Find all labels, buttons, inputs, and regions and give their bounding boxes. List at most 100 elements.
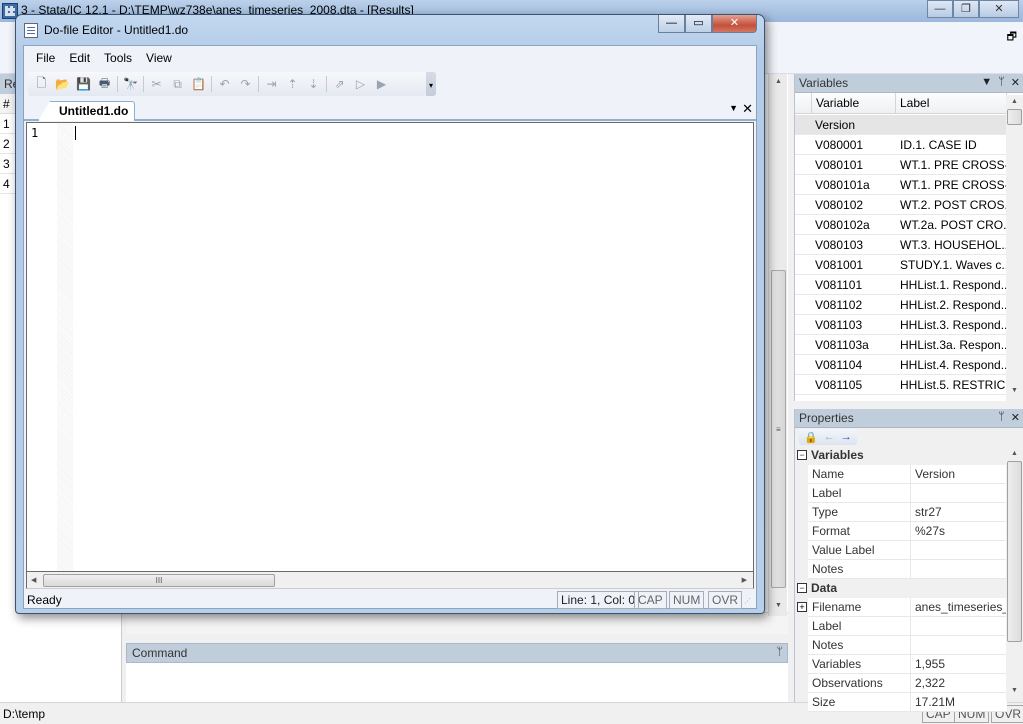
code-editor[interactable]: 1: [26, 122, 754, 572]
open-file-icon[interactable]: 📂: [52, 74, 73, 94]
execute-show-icon[interactable]: ⇗: [329, 74, 350, 94]
variable-row[interactable]: V080103 WT.3. HOUSEHOL...: [795, 235, 1007, 255]
property-row[interactable]: + Filename anes_timeseries_2: [795, 598, 1023, 617]
property-value[interactable]: [911, 541, 1007, 560]
collapse-icon[interactable]: −: [797, 583, 807, 593]
execute-quiet-icon[interactable]: ▷: [350, 74, 371, 94]
variable-row[interactable]: Version: [795, 115, 1007, 135]
menu-edit[interactable]: Edit: [62, 51, 97, 72]
property-row[interactable]: Label: [795, 484, 1023, 503]
print-icon[interactable]: 🖶: [94, 74, 115, 94]
new-file-icon[interactable]: 🗋: [31, 74, 52, 94]
property-value[interactable]: Version: [911, 465, 1007, 484]
main-restore-button[interactable]: ❐: [953, 0, 979, 18]
scroll-down-icon[interactable]: ▼: [1011, 387, 1018, 394]
variable-row[interactable]: V081101 HHList.1. Respond...: [795, 275, 1007, 295]
pin-icon[interactable]: ᛘ: [998, 76, 1005, 89]
variables-scrollbar[interactable]: ▲ ▼: [1006, 95, 1023, 401]
property-value[interactable]: %27s: [911, 522, 1007, 541]
scroll-down-icon[interactable]: ▼: [1011, 687, 1018, 694]
variable-row[interactable]: V080102 WT.2. POST CROS...: [795, 195, 1007, 215]
scroll-up-icon[interactable]: ▲: [775, 78, 782, 85]
editor-hscroll-thumb[interactable]: III: [43, 574, 275, 587]
toolbar-overflow-icon[interactable]: ▾: [426, 72, 436, 96]
variable-row[interactable]: V080102a WT.2a. POST CRO...: [795, 215, 1007, 235]
shift-up-icon[interactable]: ⇡: [282, 74, 303, 94]
redo-icon[interactable]: ↷: [235, 74, 256, 94]
collapse-icon[interactable]: −: [797, 450, 807, 460]
undo-icon[interactable]: ↶: [214, 74, 235, 94]
property-row[interactable]: Name Version: [795, 465, 1023, 484]
property-value[interactable]: str27: [911, 503, 1007, 522]
execute-do-icon[interactable]: ▶: [371, 74, 392, 94]
column-label[interactable]: Label: [896, 93, 1007, 113]
tab-untitled1[interactable]: Untitled1.do: [38, 101, 136, 121]
property-value[interactable]: 1,955: [911, 655, 1007, 674]
cut-icon[interactable]: ✂: [146, 74, 167, 94]
property-row[interactable]: Notes: [795, 636, 1023, 655]
results-scrollbar[interactable]: ▲ ≡ ▼: [768, 74, 787, 616]
scroll-left-icon[interactable]: ◀: [31, 576, 36, 584]
resize-grip-icon[interactable]: ⋰: [744, 597, 751, 605]
variable-row[interactable]: V081105 HHList.5. RESTRIC...: [795, 375, 1007, 395]
properties-scroll-thumb[interactable]: [1007, 461, 1022, 642]
column-variable[interactable]: Variable: [812, 93, 896, 113]
property-row[interactable]: Type str27: [795, 503, 1023, 522]
pin-icon[interactable]: ᛘ: [998, 411, 1005, 424]
filter-icon[interactable]: ▼: [981, 76, 992, 89]
main-minimize-button[interactable]: —: [927, 0, 953, 18]
property-value[interactable]: [911, 617, 1007, 636]
property-row[interactable]: Size 17.21M: [795, 693, 1023, 712]
fold-margin[interactable]: [57, 123, 73, 571]
property-value[interactable]: [911, 484, 1007, 503]
menu-file[interactable]: File: [29, 51, 62, 72]
main-close-button[interactable]: ✕: [979, 0, 1019, 18]
variable-row[interactable]: V081104 HHList.4. Respond...: [795, 355, 1007, 375]
back-icon[interactable]: ←: [824, 431, 835, 443]
pin-icon[interactable]: ᛘ: [776, 646, 783, 658]
shift-down-icon[interactable]: ⇣: [303, 74, 324, 94]
shift-right-icon[interactable]: ⇥: [261, 74, 282, 94]
scroll-up-icon[interactable]: ▲: [1011, 450, 1018, 457]
properties-scrollbar[interactable]: ▲ ▼: [1006, 447, 1023, 702]
lock-icon[interactable]: 🔒: [804, 431, 818, 444]
menu-view[interactable]: View: [139, 51, 179, 72]
command-input[interactable]: [126, 663, 788, 701]
property-row[interactable]: Variables 1,955: [795, 655, 1023, 674]
results-scroll-thumb[interactable]: ≡: [771, 270, 786, 588]
variable-row[interactable]: V081102 HHList.2. Respond...: [795, 295, 1007, 315]
property-row[interactable]: Label: [795, 617, 1023, 636]
editor-horizontal-scrollbar[interactable]: ◀ III ▶: [26, 572, 754, 589]
menu-tools[interactable]: Tools: [97, 51, 139, 72]
close-icon[interactable]: ✕: [1011, 411, 1020, 424]
forward-icon[interactable]: →: [841, 431, 852, 443]
property-row[interactable]: Format %27s: [795, 522, 1023, 541]
variable-row[interactable]: V081103 HHList.3. Respond...: [795, 315, 1007, 335]
scroll-down-icon[interactable]: ▼: [775, 602, 782, 609]
paste-icon[interactable]: 📋: [188, 74, 209, 94]
property-row[interactable]: Notes: [795, 560, 1023, 579]
property-row[interactable]: Observations 2,322: [795, 674, 1023, 693]
dofile-close-button[interactable]: ✕: [712, 15, 757, 33]
variable-row[interactable]: V081001 STUDY.1. Waves c...: [795, 255, 1007, 275]
property-row[interactable]: Value Label: [795, 541, 1023, 560]
scroll-right-icon[interactable]: ▶: [742, 576, 747, 584]
property-value[interactable]: [911, 636, 1007, 655]
variable-row[interactable]: V080101 WT.1. PRE CROSS-...: [795, 155, 1007, 175]
variable-row[interactable]: V081103a HHList.3a. Respon...: [795, 335, 1007, 355]
close-icon[interactable]: ✕: [1011, 76, 1020, 89]
variable-row[interactable]: V080001 ID.1. CASE ID: [795, 135, 1007, 155]
property-value[interactable]: 2,322: [911, 674, 1007, 693]
copy-icon[interactable]: ⧉: [167, 74, 188, 94]
scroll-up-icon[interactable]: ▲: [1011, 98, 1018, 105]
expand-icon[interactable]: +: [797, 602, 807, 612]
property-value[interactable]: 17.21M: [911, 693, 1007, 712]
dofile-editor-icon[interactable]: [24, 23, 38, 38]
save-icon[interactable]: 💾: [73, 74, 94, 94]
tab-list-icon[interactable]: ▼: [729, 103, 738, 113]
variables-scroll-thumb[interactable]: [1007, 109, 1022, 125]
variable-row[interactable]: V080101a WT.1. PRE CROSS-...: [795, 175, 1007, 195]
property-value[interactable]: [911, 560, 1007, 579]
tab-close-icon[interactable]: ✕: [742, 101, 753, 117]
dofile-minimize-button[interactable]: —: [658, 15, 685, 33]
